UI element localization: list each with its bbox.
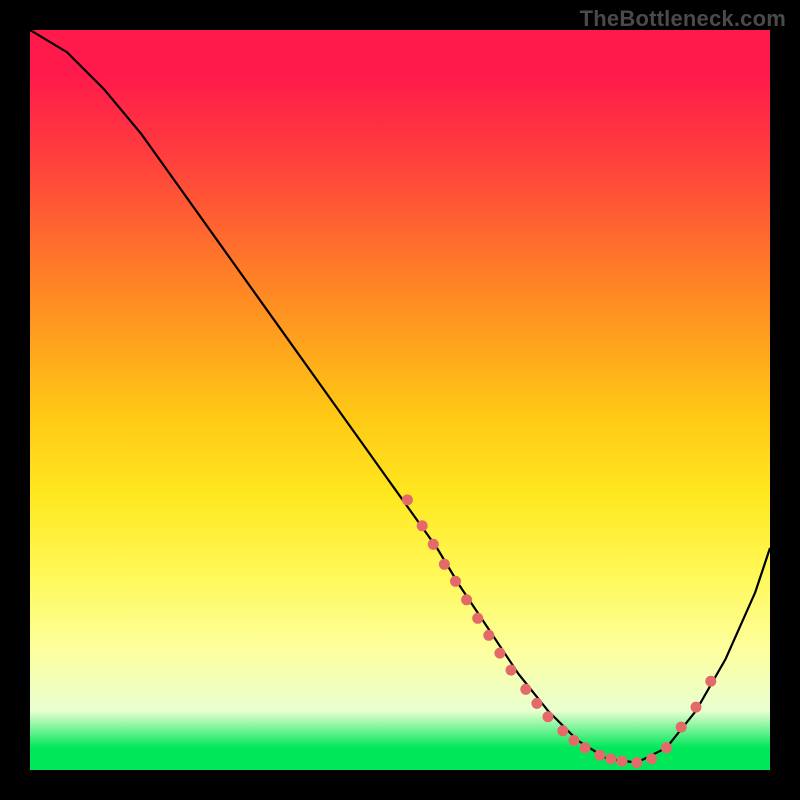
scatter-dot	[428, 539, 439, 550]
scatter-dot	[617, 756, 628, 767]
scatter-dot	[605, 753, 616, 764]
scatter-dot	[472, 613, 483, 624]
scatter-dot	[543, 711, 554, 722]
bottleneck-curve	[30, 30, 770, 763]
scatter-dot	[494, 648, 505, 659]
scatter-dot	[531, 698, 542, 709]
scatter-dot	[691, 702, 702, 713]
scatter-dot	[450, 576, 461, 587]
scatter-dot	[705, 676, 716, 687]
scatter-dot	[506, 665, 517, 676]
scatter-dot	[402, 494, 413, 505]
scatter-dot	[483, 630, 494, 641]
scatter-dot	[661, 742, 672, 753]
curve-svg	[30, 30, 770, 770]
scatter-dot	[417, 520, 428, 531]
scatter-dot	[439, 559, 450, 570]
scatter-dot	[631, 757, 642, 768]
scatter-dot	[461, 594, 472, 605]
chart-frame: TheBottleneck.com	[0, 0, 800, 800]
plot-area	[30, 30, 770, 770]
watermark-text: TheBottleneck.com	[580, 6, 786, 32]
scatter-dot	[676, 722, 687, 733]
scatter-dot	[568, 735, 579, 746]
scatter-dot	[520, 684, 531, 695]
scatter-dot	[646, 753, 657, 764]
scatter-dot	[580, 742, 591, 753]
scatter-dot	[557, 725, 568, 736]
scatter-dot	[594, 750, 605, 761]
scatter-dots	[402, 494, 716, 768]
